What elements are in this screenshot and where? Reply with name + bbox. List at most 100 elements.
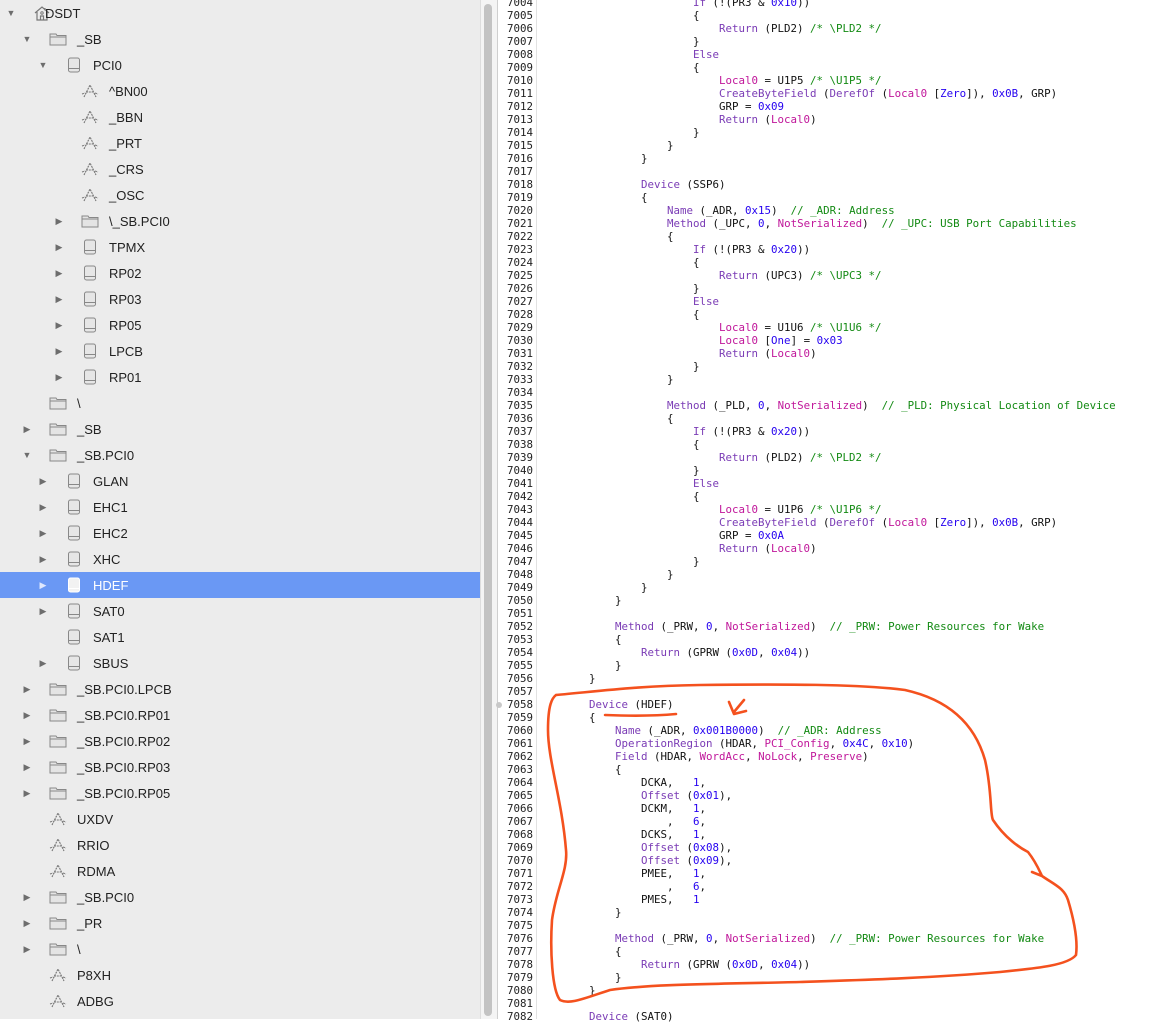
code-line[interactable]: Return (GPRW (0x0D, 0x04)) xyxy=(537,958,810,971)
code-line[interactable]: Return (UPC3) /* \UPC3 */ xyxy=(537,269,882,282)
tree-item[interactable]: RRIO xyxy=(0,832,480,858)
tree-item[interactable]: ▶ _SB.PCI0.RP05 xyxy=(0,780,480,806)
code-line[interactable]: Device (SSP6) xyxy=(537,178,726,191)
tree-item[interactable]: P8XH xyxy=(0,962,480,988)
tree-item[interactable]: ▶ _SB.PCI0.RP02 xyxy=(0,728,480,754)
code-line[interactable]: Field (HDAR, WordAcc, NoLock, Preserve) xyxy=(537,750,869,763)
code-line[interactable]: { xyxy=(537,191,648,204)
code-line[interactable]: OperationRegion (HDAR, PCI_Config, 0x4C,… xyxy=(537,737,914,750)
tree-item[interactable]: ▼ DSDT xyxy=(0,0,480,26)
code-line[interactable]: Method (_PRW, 0, NotSerialized) // _PRW:… xyxy=(537,932,1044,945)
code-line[interactable]: } xyxy=(537,35,700,48)
disclosure-closed-icon[interactable]: ▶ xyxy=(22,918,32,929)
code-line[interactable]: { xyxy=(537,61,700,74)
disclosure-closed-icon[interactable]: ▶ xyxy=(54,242,64,253)
code-line[interactable]: DCKA, 1, xyxy=(537,776,706,789)
tree-item[interactable]: UXDV xyxy=(0,806,480,832)
tree-item[interactable]: ADBG xyxy=(0,988,480,1014)
code-line[interactable]: PMES, 1 xyxy=(537,893,700,906)
code-line[interactable]: { xyxy=(537,763,622,776)
code-line[interactable]: Method (_UPC, 0, NotSerialized) // _UPC:… xyxy=(537,217,1077,230)
acpi-tree-outline[interactable]: ▼ DSDT ▼ _SB ▼ PCI0 ^BN00 _BBN _PRT _CRS _OSC ▶ \_SB… xyxy=(0,0,480,1019)
tree-item[interactable]: ▶ _SB.PCI0 xyxy=(0,884,480,910)
code-line[interactable]: Local0 [One] = 0x03 xyxy=(537,334,843,347)
code-line[interactable]: { xyxy=(537,256,700,269)
code-line[interactable]: Return (Local0) xyxy=(537,347,817,360)
code-line[interactable]: } xyxy=(537,139,674,152)
tree-item[interactable]: ▼ _SB xyxy=(0,26,480,52)
disclosure-closed-icon[interactable]: ▶ xyxy=(22,736,32,747)
code-line[interactable]: Device (SAT0) xyxy=(537,1010,674,1023)
tree-item[interactable]: ▼ PCI0 xyxy=(0,52,480,78)
tree-scrollbar-thumb[interactable] xyxy=(484,4,492,1016)
code-line[interactable]: } xyxy=(537,659,622,672)
disclosure-closed-icon[interactable]: ▶ xyxy=(38,502,48,513)
code-line[interactable]: { xyxy=(537,711,596,724)
tree-item[interactable]: ▶ RP01 xyxy=(0,364,480,390)
disclosure-closed-icon[interactable]: ▶ xyxy=(22,684,32,695)
disclosure-closed-icon[interactable]: ▶ xyxy=(54,320,64,331)
code-line[interactable]: Return (PLD2) /* \PLD2 */ xyxy=(537,451,882,464)
code-line[interactable]: } xyxy=(537,971,622,984)
tree-item[interactable]: _OSC xyxy=(0,182,480,208)
code-line[interactable]: , 6, xyxy=(537,880,706,893)
tree-item[interactable]: ▶ GLAN xyxy=(0,468,480,494)
tree-item[interactable]: ▶ _SB.PCI0.RP01 xyxy=(0,702,480,728)
code-line[interactable]: } xyxy=(537,360,700,373)
tree-item[interactable]: ▶ _SB.PCI0.LPCB xyxy=(0,676,480,702)
code-line[interactable]: Offset (0x01), xyxy=(537,789,732,802)
code-line[interactable]: Device (HDEF) xyxy=(537,698,674,711)
code-line[interactable]: { xyxy=(537,438,700,451)
tree-item[interactable]: ▶ SBUS xyxy=(0,650,480,676)
tree-item[interactable]: RDMA xyxy=(0,858,480,884)
tree-item[interactable]: ▶ EHC1 xyxy=(0,494,480,520)
tree-item[interactable]: ▶ _PR xyxy=(0,910,480,936)
code-line[interactable]: } xyxy=(537,126,700,139)
disclosure-closed-icon[interactable]: ▶ xyxy=(38,554,48,565)
tree-item[interactable]: ▶ \ xyxy=(0,936,480,962)
disclosure-closed-icon[interactable]: ▶ xyxy=(38,476,48,487)
code-line[interactable]: PMEE, 1, xyxy=(537,867,706,880)
code-line[interactable]: , 6, xyxy=(537,815,706,828)
code-line[interactable]: Else xyxy=(537,477,719,490)
code-line[interactable]: Offset (0x08), xyxy=(537,841,732,854)
tree-item[interactable]: ▶ HDEF xyxy=(0,572,480,598)
disclosure-closed-icon[interactable]: ▶ xyxy=(54,346,64,357)
code-line[interactable]: { xyxy=(537,308,700,321)
code-line[interactable]: GRP = 0x09 xyxy=(537,100,784,113)
code-line[interactable]: { xyxy=(537,230,674,243)
tree-item[interactable]: ▶ XHC xyxy=(0,546,480,572)
tree-item[interactable]: _BBN xyxy=(0,104,480,130)
code-line[interactable]: GRP = 0x0A xyxy=(537,529,784,542)
code-line[interactable]: DCKM, 1, xyxy=(537,802,706,815)
tree-item[interactable]: \ xyxy=(0,390,480,416)
code-line[interactable]: Return (PLD2) /* \PLD2 */ xyxy=(537,22,882,35)
code-line[interactable]: Else xyxy=(537,295,719,308)
disclosure-closed-icon[interactable]: ▶ xyxy=(22,788,32,799)
disclosure-closed-icon[interactable]: ▶ xyxy=(54,216,64,227)
disclosure-open-icon[interactable]: ▼ xyxy=(6,8,16,18)
tree-item[interactable]: ▶ \_SB.PCI0 xyxy=(0,208,480,234)
code-line[interactable]: } xyxy=(537,152,648,165)
code-line[interactable]: Name (_ADR, 0x001B0000) // _ADR: Address xyxy=(537,724,882,737)
code-line[interactable]: If (!(PR3 & 0x20)) xyxy=(537,425,810,438)
code-line[interactable]: } xyxy=(537,555,700,568)
code-line[interactable]: } xyxy=(537,282,700,295)
code-line[interactable]: } xyxy=(537,373,674,386)
disclosure-open-icon[interactable]: ▼ xyxy=(22,34,32,44)
disclosure-closed-icon[interactable]: ▶ xyxy=(22,710,32,721)
disclosure-closed-icon[interactable]: ▶ xyxy=(22,944,32,955)
code-line[interactable]: } xyxy=(537,568,674,581)
code-line[interactable]: Method (_PLD, 0, NotSerialized) // _PLD:… xyxy=(537,399,1116,412)
code-line[interactable]: { xyxy=(537,633,622,646)
code-line[interactable]: Method (_PRW, 0, NotSerialized) // _PRW:… xyxy=(537,620,1044,633)
code-line[interactable]: Local0 = U1P6 /* \U1P6 */ xyxy=(537,503,882,516)
disclosure-closed-icon[interactable]: ▶ xyxy=(22,762,32,773)
disclosure-closed-icon[interactable]: ▶ xyxy=(54,294,64,305)
tree-item[interactable]: ▶ RP05 xyxy=(0,312,480,338)
disclosure-closed-icon[interactable]: ▶ xyxy=(54,268,64,279)
code-line[interactable]: { xyxy=(537,412,674,425)
code-line[interactable]: Return (Local0) xyxy=(537,113,817,126)
code-line[interactable]: } xyxy=(537,984,596,997)
code-line[interactable]: { xyxy=(537,490,700,503)
